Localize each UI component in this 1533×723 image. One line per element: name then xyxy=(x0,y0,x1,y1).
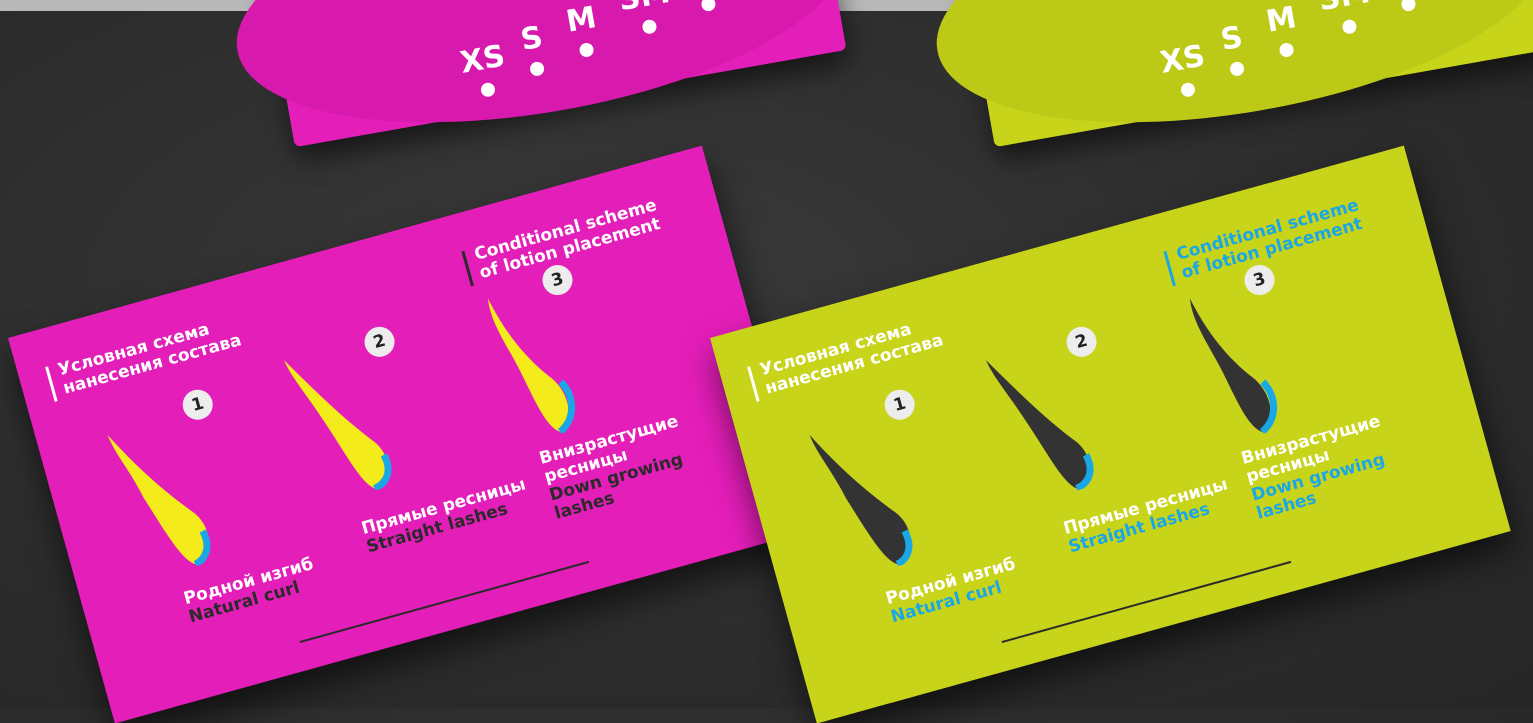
step-caption: Родной изгиб Natural curl xyxy=(181,554,316,628)
card-title-ru: Условная схема нанесения состава xyxy=(45,313,244,402)
size-l: L xyxy=(1371,0,1439,16)
size-m: M xyxy=(549,0,617,62)
step-caption: Родной изгиб Natural curl xyxy=(883,554,1018,628)
lash-straight-icon xyxy=(985,360,1094,492)
step-caption: Прямые ресницы Straight lashes xyxy=(1061,474,1230,558)
size-m: M xyxy=(1249,0,1317,62)
lash-natural-curl-icon xyxy=(107,434,211,568)
lash-card-lime: Условная схема нанесения состава Conditio… xyxy=(710,145,1511,723)
lash-down-growing-icon xyxy=(487,298,576,435)
lash-down-growing-icon xyxy=(1189,298,1278,435)
size-l: L xyxy=(671,0,739,16)
divider-line xyxy=(299,560,590,643)
size-sm: SM xyxy=(1312,0,1380,39)
package-magenta: XS S M SM L XL xyxy=(262,0,846,147)
lash-card-magenta: Условная схема нанесения состава Conditio… xyxy=(8,145,809,723)
lash-natural-curl-icon xyxy=(809,434,913,568)
divider-line xyxy=(1001,560,1292,643)
lash-straight-icon xyxy=(283,360,392,492)
size-sm: SM xyxy=(612,0,680,39)
step-caption: Прямые ресницы Straight lashes xyxy=(359,474,528,558)
package-lime: XS S M SM L XL xyxy=(962,0,1533,147)
card-title-ru: Условная схема нанесения состава xyxy=(747,313,946,402)
